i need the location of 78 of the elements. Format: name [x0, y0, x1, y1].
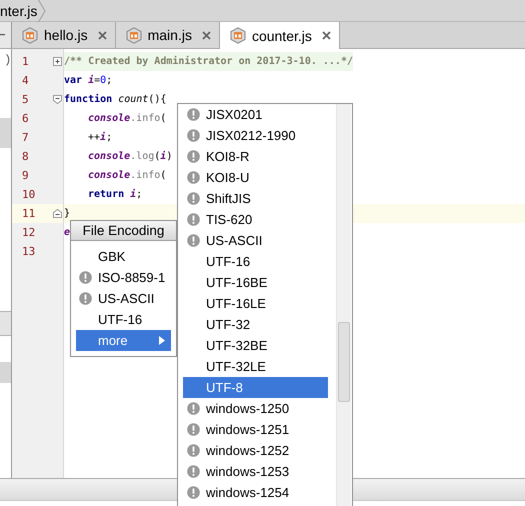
fold-icon[interactable] [53, 57, 62, 66]
menu-item[interactable]: UTF-32BE [183, 335, 328, 356]
close-icon[interactable] [202, 30, 211, 40]
menu-item[interactable]: UTF-16 [183, 251, 328, 272]
menu-item[interactable]: more [76, 330, 171, 351]
breadcrumb-item[interactable]: nter.js [0, 0, 48, 21]
fold-icon[interactable] [53, 209, 62, 218]
line-number: 5 [22, 93, 29, 106]
menu-item[interactable]: UTF-16 [76, 309, 171, 330]
code-line: ++i; [88, 130, 112, 145]
menu-item[interactable]: UTF-16LE [183, 293, 328, 314]
code-line: console.info( [88, 169, 166, 183]
scrollbar-thumb[interactable] [338, 322, 350, 402]
panel-text: ) [5, 51, 11, 68]
menu-item[interactable]: TIS-620 [183, 209, 328, 230]
warning-icon [187, 213, 200, 226]
warning-icon [187, 192, 200, 205]
menu-item[interactable]: UTF-16BE [183, 272, 328, 293]
line-number: 10 [22, 188, 36, 201]
panel-header [0, 311, 11, 336]
warning-icon [187, 423, 200, 436]
code-line: e [64, 226, 70, 240]
warning-icon [187, 465, 200, 478]
line-number: 7 [22, 131, 29, 144]
menu-item[interactable]: JISX0201 [183, 104, 328, 125]
warning-icon [187, 486, 200, 499]
menu-item[interactable]: windows-1254 [183, 482, 328, 503]
submenu-arrow-icon [159, 336, 165, 345]
warning-icon [187, 444, 200, 457]
menu-item[interactable]: UTF-32 [183, 314, 328, 335]
file-tab[interactable]: counter.js [220, 22, 340, 49]
line-number: 4 [22, 74, 29, 87]
menu-item[interactable]: windows-1250 [183, 398, 328, 419]
file-tab[interactable]: hello.js [12, 22, 116, 48]
warning-icon [187, 402, 200, 415]
warning-icon [79, 292, 92, 305]
menu-item[interactable]: KOI8-R [183, 146, 328, 167]
warning-icon [79, 271, 92, 284]
menu-item[interactable]: JISX0212-1990 [183, 125, 328, 146]
warning-icon [187, 234, 200, 247]
js-file-icon [230, 27, 246, 44]
menu-item[interactable]: UTF-32LE [183, 356, 328, 377]
warning-icon [187, 171, 200, 184]
menu-item[interactable]: windows-1252 [183, 440, 328, 461]
warning-icon [187, 129, 200, 142]
file-tab[interactable]: main.js [116, 22, 220, 48]
line-number: 11 [22, 207, 36, 220]
line-number: 9 [22, 169, 29, 182]
code-line: console.info( [88, 112, 166, 126]
close-icon[interactable] [98, 30, 107, 40]
line-number: 13 [22, 245, 36, 258]
menu-item[interactable]: KOI8-U [183, 167, 328, 188]
fold-icon[interactable] [53, 95, 62, 104]
code-line: var i=0; [64, 74, 112, 88]
menu-title: File Encoding [71, 221, 176, 241]
menu-item[interactable]: GBK [76, 246, 171, 267]
line-number: 6 [22, 112, 29, 125]
warning-icon [187, 150, 200, 163]
line-number: 1 [22, 55, 29, 68]
menu-item[interactable]: UTF-8 [183, 377, 328, 398]
menu-item[interactable]: US-ASCII [183, 230, 328, 251]
menu-item[interactable]: ShiftJIS [183, 188, 328, 209]
menu-item[interactable]: windows-1251 [183, 419, 328, 440]
line-number: 8 [22, 150, 29, 163]
menu-item[interactable]: windows-1253 [183, 461, 328, 482]
js-file-icon [126, 26, 142, 44]
code-line: console.log(i) [88, 150, 172, 164]
scrollbar[interactable] [336, 104, 351, 506]
code-line: function count(){ [64, 92, 166, 107]
close-icon[interactable] [322, 31, 331, 40]
code-line: } [64, 207, 70, 221]
js-file-icon [22, 26, 38, 44]
code-line: return i; [88, 188, 142, 202]
warning-icon [187, 108, 200, 121]
menu-item[interactable]: US-ASCII [76, 288, 171, 309]
chevron-icon [38, 0, 46, 22]
menu-item[interactable]: ISO-8859-1 [76, 267, 171, 288]
line-number: 12 [22, 226, 36, 239]
